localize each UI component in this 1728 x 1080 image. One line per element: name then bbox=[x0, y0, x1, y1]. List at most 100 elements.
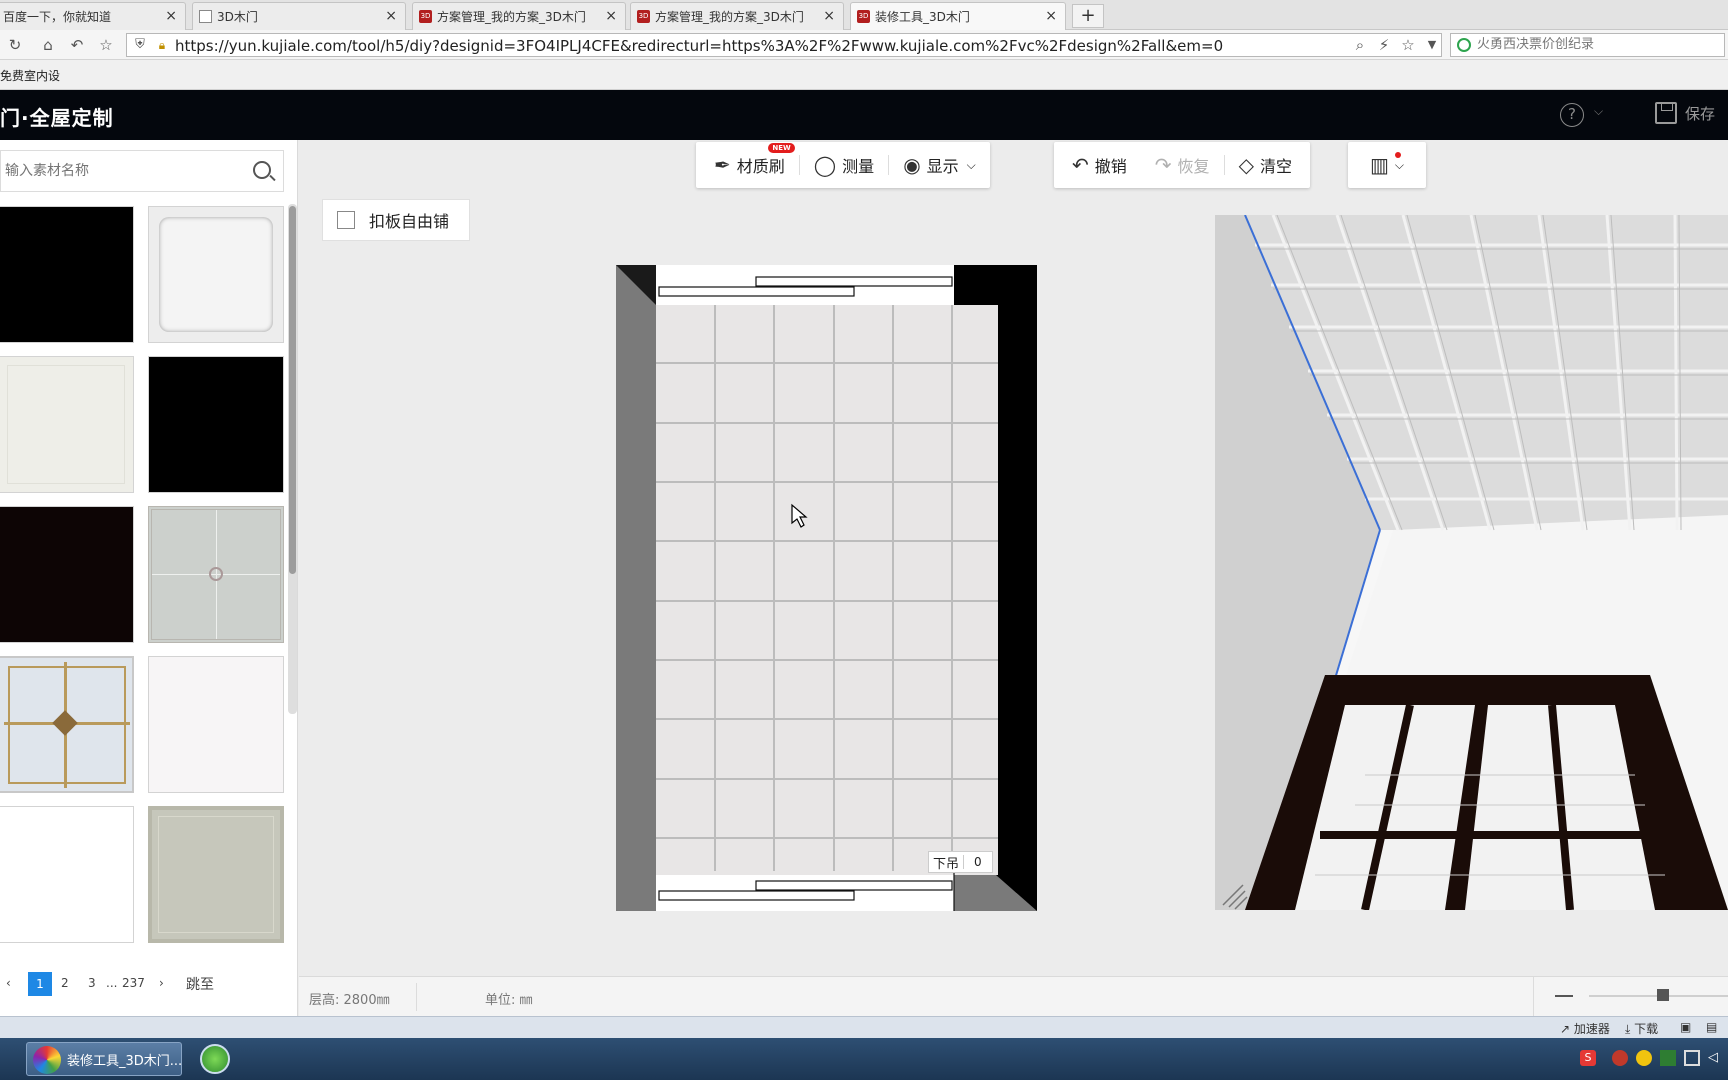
bookmark-star-icon[interactable]: ☆ bbox=[1399, 36, 1417, 54]
map-view-button[interactable]: ▥ ⌵ bbox=[1362, 142, 1412, 188]
redo-label: 恢复 bbox=[1177, 157, 1210, 176]
material-tile-dark-brown[interactable] bbox=[0, 506, 134, 643]
drop-label: 下吊 bbox=[933, 856, 960, 872]
floppy-disk-icon bbox=[1655, 102, 1677, 124]
map-icon: ▥ bbox=[1369, 153, 1389, 177]
material-tile-greige-panel[interactable] bbox=[148, 806, 284, 943]
lightning-icon[interactable]: ⚡︎ bbox=[1375, 36, 1393, 54]
browser-tab-3d-door[interactable]: 3D木门 × bbox=[192, 2, 406, 30]
page-last-button[interactable]: 237 bbox=[122, 976, 145, 990]
bookmarks-bar: 免费室内设 bbox=[0, 60, 1728, 90]
chevron-down-icon: ⌵ bbox=[1394, 157, 1404, 172]
browser-tab-decoration-tool[interactable]: 3D 装修工具_3D木门 × bbox=[850, 2, 1066, 30]
free-lay-checkbox[interactable] bbox=[337, 211, 355, 229]
download-button[interactable]: ⤓ 下载 bbox=[1625, 1020, 1658, 1037]
new-tab-button[interactable]: + bbox=[1072, 4, 1104, 28]
tray-icon[interactable] bbox=[1636, 1050, 1652, 1066]
material-tile-gold-cross-panel[interactable] bbox=[0, 656, 134, 793]
browser-tab-plans-1[interactable]: 3D 方案管理_我的方案_3D木门 × bbox=[412, 2, 626, 30]
measure-button[interactable]: ◯ 测量 bbox=[800, 142, 888, 188]
ie-browser-icon[interactable] bbox=[200, 1044, 230, 1074]
3d-preview-view[interactable] bbox=[1215, 215, 1728, 910]
3d-room-render bbox=[1215, 215, 1728, 910]
jump-to-label[interactable]: 跳至 bbox=[186, 974, 214, 994]
search-icon[interactable] bbox=[253, 161, 271, 179]
save-label: 保存 bbox=[1685, 104, 1716, 123]
address-bar-row: ↻ ⌂ ↶ ☆ ⛨ 🔒︎ https://yun.kujiale.com/too… bbox=[0, 30, 1728, 60]
clear-label: 清空 bbox=[1259, 157, 1292, 176]
close-icon[interactable]: × bbox=[165, 8, 177, 24]
tab-label: 方案管理_我的方案_3D木门 bbox=[655, 10, 804, 24]
browser-search-field[interactable]: 火勇西决票价创纪录 bbox=[1450, 33, 1725, 57]
material-tile-ornate-panel[interactable] bbox=[148, 506, 284, 643]
scrollbar-thumb[interactable] bbox=[289, 206, 296, 574]
material-tile-white-panel[interactable] bbox=[148, 656, 284, 793]
taskbar-app-button[interactable]: 装修工具_3D木门... bbox=[26, 1042, 182, 1076]
refresh-icon[interactable]: ↻ bbox=[6, 36, 24, 54]
browser-tab-baidu[interactable]: 百度一下，你就知道 × bbox=[0, 2, 186, 30]
lock-icon: 🔒︎ bbox=[158, 38, 166, 52]
display-dropdown[interactable]: ◉ 显示 ⌵ bbox=[889, 142, 990, 188]
ceiling-plan-view[interactable]: 下吊 0 bbox=[616, 265, 1037, 911]
back-icon[interactable]: ↶ bbox=[68, 36, 86, 54]
prev-page-icon[interactable]: ‹ bbox=[6, 976, 11, 990]
dropdown-arrow-icon[interactable]: ▼ bbox=[1423, 36, 1441, 54]
drop-value-input[interactable]: 0 bbox=[963, 855, 992, 869]
close-icon[interactable]: × bbox=[605, 8, 617, 24]
site-favicon-icon: 3D bbox=[419, 10, 432, 23]
tray-icon[interactable] bbox=[1612, 1050, 1628, 1066]
material-search-input[interactable] bbox=[1, 151, 231, 191]
main-toolbar: ✒︎ 材质刷 NEW ◯ 测量 ◉ 显示 ⌵ bbox=[696, 142, 990, 188]
accelerator-button[interactable]: ↗ 加速器 bbox=[1560, 1020, 1610, 1037]
trash-icon[interactable]: ▤ bbox=[1706, 1020, 1717, 1034]
app-header: 门·全屋定制 ? ⌵ 保存 bbox=[0, 90, 1728, 140]
bookmark-item[interactable]: 免费室内设 bbox=[0, 69, 60, 83]
canvas-status-bar: 层高: 2800㎜ 单位: ㎜ bbox=[299, 976, 1728, 1017]
brand-title: 门·全屋定制 bbox=[0, 106, 114, 130]
free-lay-option[interactable]: 扣板自由铺 bbox=[322, 199, 470, 241]
undo-label: 撤销 bbox=[1094, 157, 1127, 176]
download-label: 下载 bbox=[1634, 1022, 1659, 1036]
zoom-out-icon[interactable] bbox=[1555, 995, 1573, 997]
next-page-icon[interactable]: › bbox=[159, 976, 164, 990]
material-tile-textured-panel[interactable] bbox=[0, 356, 134, 493]
page-2-button[interactable]: 2 bbox=[61, 976, 69, 990]
display-label: 显示 bbox=[926, 157, 959, 176]
material-brush-button[interactable]: ✒︎ 材质刷 NEW bbox=[696, 142, 799, 188]
material-tile-black[interactable] bbox=[0, 206, 134, 343]
eye-icon: ◉ bbox=[903, 153, 921, 177]
save-button[interactable]: 保存 bbox=[1655, 102, 1715, 124]
help-icon[interactable]: ? bbox=[1560, 103, 1584, 127]
undo-icon: ↶ bbox=[1072, 153, 1089, 177]
material-tile-plain-panel[interactable] bbox=[148, 206, 284, 343]
input-method-icon[interactable]: S bbox=[1580, 1050, 1596, 1066]
page-ellipsis: ... bbox=[106, 976, 118, 990]
url-field[interactable]: ⛨ 🔒︎ https://yun.kujiale.com/tool/h5/diy… bbox=[126, 33, 1442, 57]
clear-button[interactable]: ◇ 清空 bbox=[1225, 142, 1310, 188]
shield-icon: ⛨ bbox=[135, 37, 145, 52]
undo-button[interactable]: ↶ 撤销 bbox=[1054, 142, 1141, 188]
browser-tab-bar: 百度一下，你就知道 × 3D木门 × 3D 方案管理_我的方案_3D木门 × 3… bbox=[0, 0, 1728, 30]
favorite-star-icon[interactable]: ☆ bbox=[97, 36, 115, 54]
ceiling-plan-drawing bbox=[616, 265, 1037, 911]
material-brush-label: 材质刷 bbox=[736, 157, 785, 176]
close-icon[interactable]: × bbox=[385, 8, 397, 24]
free-lay-label: 扣板自由铺 bbox=[369, 212, 450, 231]
close-icon[interactable]: × bbox=[1045, 8, 1057, 24]
network-icon[interactable] bbox=[1684, 1050, 1700, 1066]
floor-height-label: 层高: 2800㎜ bbox=[309, 993, 390, 1008]
chevron-down-icon[interactable]: ⌵ bbox=[1594, 104, 1603, 119]
zoom-icon[interactable]: ⌕ bbox=[1351, 36, 1369, 54]
page-1-button[interactable]: 1 bbox=[28, 972, 52, 996]
close-icon[interactable]: × bbox=[823, 8, 835, 24]
volume-icon[interactable]: ◁ bbox=[1708, 1050, 1718, 1065]
material-tile-black-2[interactable] bbox=[148, 356, 284, 493]
page-3-button[interactable]: 3 bbox=[88, 976, 96, 990]
tray-icon[interactable] bbox=[1660, 1050, 1676, 1066]
material-tile-pure-white[interactable] bbox=[0, 806, 134, 943]
zoom-slider-handle[interactable] bbox=[1657, 989, 1669, 1001]
browser-tab-plans-2[interactable]: 3D 方案管理_我的方案_3D木门 × bbox=[630, 2, 844, 30]
window-icon[interactable]: ▣ bbox=[1680, 1020, 1691, 1034]
redo-button[interactable]: ↷ 恢复 bbox=[1141, 142, 1224, 188]
home-icon[interactable]: ⌂ bbox=[39, 36, 57, 54]
